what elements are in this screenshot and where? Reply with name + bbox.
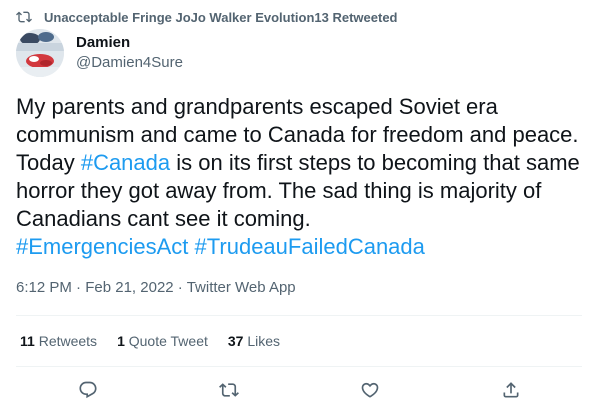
retweet-button[interactable] <box>217 378 241 402</box>
tweet-author: Damien @Damien4Sure <box>16 29 183 77</box>
retweets-count: 11 <box>20 333 35 349</box>
tweet-actions <box>16 372 582 408</box>
tweet-meta: 6:12 PM · Feb 21, 2022 · Twitter Web App <box>16 278 296 298</box>
author-handle[interactable]: @Damien4Sure <box>76 53 183 73</box>
tweet-text: My parents and grandparents escaped Sovi… <box>16 93 582 261</box>
meta-separator: · <box>76 279 82 296</box>
likes-count: 37 <box>227 333 244 349</box>
quote-tweets-count: 1 <box>117 333 125 349</box>
divider <box>16 315 582 316</box>
heart-icon <box>361 382 379 398</box>
tweet-source[interactable]: Twitter Web App <box>187 279 296 296</box>
hashtag-link[interactable]: #Canada <box>81 150 170 175</box>
divider <box>16 366 582 367</box>
likes-label: Likes <box>247 333 281 349</box>
retweets-stat[interactable]: 11 Retweets <box>20 332 97 350</box>
retweet-context-text: Unacceptable Fringe JoJo Walker Evolutio… <box>44 9 398 25</box>
tweet-stats: 11 Retweets 1 Quote Tweet 37 Likes <box>20 332 300 350</box>
hashtag-link[interactable]: #EmergenciesAct <box>16 234 188 259</box>
retweets-label: Retweets <box>38 333 98 349</box>
share-icon <box>503 382 519 398</box>
author-display-name[interactable]: Damien <box>76 33 183 53</box>
avatar[interactable] <box>16 29 64 77</box>
reply-button[interactable] <box>76 378 100 402</box>
tweet-date[interactable]: Feb 21, 2022 <box>85 279 173 296</box>
reply-icon <box>79 381 97 399</box>
retweet-icon <box>16 9 32 25</box>
meta-separator: · <box>177 279 183 296</box>
likes-stat[interactable]: 37 Likes <box>228 332 280 350</box>
hashtag-link[interactable]: #TrudeauFailedCanada <box>195 234 425 259</box>
like-button[interactable] <box>358 378 382 402</box>
retweet-context[interactable]: Unacceptable Fringe JoJo Walker Evolutio… <box>16 8 398 26</box>
quote-tweets-label: Quote Tweet <box>128 333 208 349</box>
tweet-time[interactable]: 6:12 PM <box>16 279 72 296</box>
share-button[interactable] <box>499 378 523 402</box>
quote-tweets-stat[interactable]: 1 Quote Tweet <box>117 332 208 350</box>
retweet-icon <box>219 383 239 397</box>
